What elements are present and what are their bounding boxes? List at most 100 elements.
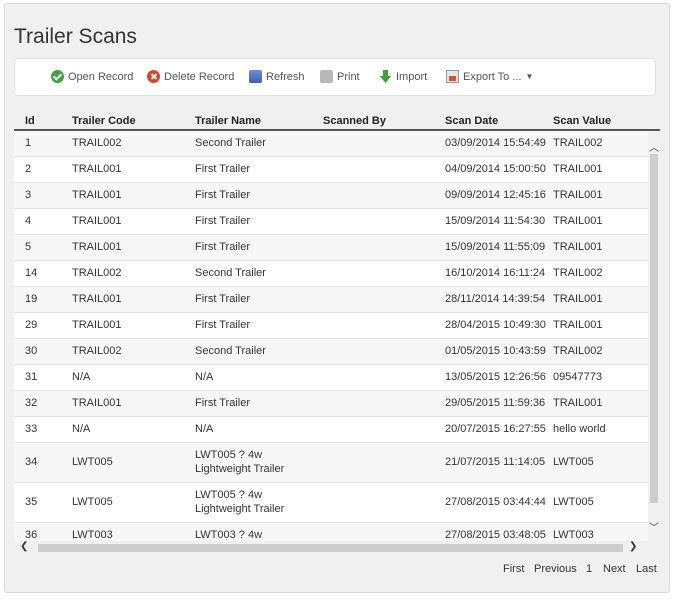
trailer-name-cell: First Trailer	[195, 163, 250, 175]
column-header-scan-date[interactable]: Scan Date	[445, 115, 498, 127]
trailer-name-cell: First Trailer	[195, 397, 250, 409]
import-label: Import	[396, 70, 428, 83]
trailer-name-cell: LWT005 ? 4w	[195, 489, 263, 501]
column-header-id[interactable]: Id	[25, 115, 35, 127]
trailer-code-cell: N/A	[72, 371, 91, 383]
printer-icon	[320, 70, 333, 83]
id-cell: 14	[25, 267, 38, 279]
scan-date-cell: 03/09/2014 15:54:49	[445, 137, 546, 149]
table-row[interactable]: 5 TRAIL001 15/09/2014 11:55:09 TRAIL001 Firs…	[14, 235, 648, 261]
table-row[interactable]: 2 TRAIL001 04/09/2014 15:00:50 TRAIL001 Firs…	[14, 157, 648, 183]
scan-value-cell: TRAIL002	[553, 267, 603, 279]
scan-value-cell: LWT005	[553, 456, 594, 468]
id-cell: 5	[25, 241, 32, 253]
trailer-code-cell: LWT003	[72, 529, 113, 541]
scroll-up-icon[interactable]: ︿	[648, 139, 660, 154]
vertical-scrollbar[interactable]: ︿ ﹀	[648, 131, 660, 541]
pager-last[interactable]: Last	[636, 563, 657, 575]
trailer-name-cell: First Trailer	[195, 215, 250, 227]
trailer-name-cell: LWT005 ? 4w	[195, 449, 263, 461]
page-title: Trailer Scans	[14, 25, 137, 48]
open-record-button[interactable]: Open Record	[51, 70, 133, 83]
trailer-code-cell: N/A	[72, 423, 91, 435]
table-row[interactable]: 29 TRAIL001 28/04/2015 10:49:30 TRAIL001 Fir…	[14, 313, 648, 339]
horizontal-scroll-thumb[interactable]	[38, 544, 623, 552]
trailer-code-cell: LWT005	[72, 456, 113, 468]
export-to-dropdown[interactable]: Export To ... ▼	[446, 70, 533, 83]
scan-date-cell: 28/11/2014 14:39:54	[445, 293, 546, 305]
print-label: Print	[337, 70, 360, 83]
table-row[interactable]: 35 LWT005 27/08/2015 03:44:44 LWT005 LWT005 …	[14, 483, 648, 523]
scan-value-cell: TRAIL002	[553, 345, 603, 357]
pager-previous[interactable]: Previous	[534, 563, 577, 575]
table-row[interactable]: 30 TRAIL002 01/05/2015 10:43:59 TRAIL002 Sec…	[14, 339, 648, 365]
column-header-trailer-name[interactable]: Trailer Name	[195, 115, 261, 127]
id-cell: 4	[25, 215, 32, 227]
scan-value-cell: TRAIL001	[553, 397, 603, 409]
toolbar: Open Record Delete Record Refresh Print …	[14, 58, 656, 96]
vertical-scroll-thumb[interactable]	[650, 154, 658, 503]
table-row[interactable]: 36 LWT003 27/08/2015 03:48:05 LWT003 LWT003 …	[14, 523, 648, 541]
column-header-scanned-by[interactable]: Scanned By	[323, 115, 386, 127]
table-row[interactable]: 4 TRAIL001 15/09/2014 11:54:30 TRAIL001 Firs…	[14, 209, 648, 235]
column-header-trailer-code[interactable]: Trailer Code	[72, 115, 136, 127]
scan-date-cell: 29/05/2015 11:59:36	[445, 397, 546, 409]
scan-date-cell: 20/07/2015 16:27:55	[445, 423, 546, 435]
trailer-code-cell: TRAIL001	[72, 319, 122, 331]
id-cell: 19	[25, 293, 38, 305]
id-cell: 31	[25, 371, 38, 383]
scan-value-cell: TRAIL001	[553, 319, 603, 331]
scan-date-cell: 09/09/2014 12:45:16	[445, 189, 546, 201]
table-row[interactable]: 31 N/A 13/05/2015 12:26:56 09547773 N/A	[14, 365, 648, 391]
trailer-code-cell: TRAIL002	[72, 345, 122, 357]
caret-down-icon: ▼	[525, 72, 534, 81]
table-row[interactable]: 32 TRAIL001 29/05/2015 11:59:36 TRAIL001 Fir…	[14, 391, 648, 417]
table-row[interactable]: 1 TRAIL002 03/09/2014 15:54:49 TRAIL002 Seco…	[14, 131, 648, 157]
import-arrow-icon	[379, 70, 392, 83]
trailer-code-cell: TRAIL001	[72, 241, 122, 253]
export-label: Export To ...	[463, 70, 522, 83]
trailer-code-cell: TRAIL001	[72, 397, 122, 409]
scan-value-cell: LWT003	[553, 529, 594, 541]
scroll-right-icon[interactable]: ❯	[629, 541, 637, 552]
trailer-name-cell: First Trailer	[195, 241, 250, 253]
pager-next[interactable]: Next	[603, 563, 626, 575]
trailer-name-cell-line2: Lightweight Trailer	[195, 503, 285, 515]
trailer-name-cell: Second Trailer	[195, 267, 266, 279]
table-row[interactable]: 34 LWT005 21/07/2015 11:14:05 LWT005 LWT005 …	[14, 443, 648, 483]
trailer-code-cell: LWT005	[72, 496, 113, 508]
trailer-name-cell: Second Trailer	[195, 137, 266, 149]
scan-value-cell: TRAIL002	[553, 137, 603, 149]
pager-first[interactable]: First	[503, 563, 524, 575]
trailer-name-cell: N/A	[195, 371, 214, 383]
id-cell: 33	[25, 423, 38, 435]
id-cell: 2	[25, 163, 32, 175]
pager-page-number[interactable]: 1	[586, 563, 592, 575]
id-cell: 30	[25, 345, 38, 357]
table-row[interactable]: 19 TRAIL001 28/11/2014 14:39:54 TRAIL001 Fir…	[14, 287, 648, 313]
table-row[interactable]: 3 TRAIL001 09/09/2014 12:45:16 TRAIL001 Firs…	[14, 183, 648, 209]
import-button[interactable]: Import	[379, 70, 427, 83]
scan-value-cell: TRAIL001	[553, 189, 603, 201]
refresh-icon	[249, 70, 262, 83]
scan-date-cell: 27/08/2015 03:44:44	[445, 496, 546, 508]
column-header-scan-value[interactable]: Scan Value	[553, 115, 611, 127]
trailer-name-cell: First Trailer	[195, 319, 250, 331]
delete-record-button[interactable]: Delete Record	[147, 70, 234, 83]
trailer-code-cell: TRAIL001	[72, 293, 122, 305]
scan-date-cell: 15/09/2014 11:54:30	[445, 215, 546, 227]
refresh-button[interactable]: Refresh	[249, 70, 305, 83]
delete-record-label: Delete Record	[164, 70, 235, 83]
id-cell: 32	[25, 397, 38, 409]
scroll-left-icon[interactable]: ❮	[20, 541, 28, 552]
trailer-code-cell: TRAIL001	[72, 189, 122, 201]
horizontal-scrollbar[interactable]: ❮ ❯	[14, 541, 648, 555]
scan-date-cell: 27/08/2015 03:48:05	[445, 529, 546, 541]
id-cell: 29	[25, 319, 38, 331]
print-button[interactable]: Print	[320, 70, 360, 83]
table-header: Id Trailer Code Trailer Name Scanned By …	[14, 109, 660, 131]
scan-date-cell: 16/10/2014 16:11:24	[445, 267, 546, 279]
table-row[interactable]: 33 N/A 20/07/2015 16:27:55 hello world N/A	[14, 417, 648, 443]
scroll-down-icon[interactable]: ﹀	[648, 519, 660, 534]
table-row[interactable]: 14 TRAIL002 16/10/2014 16:11:24 TRAIL002 Sec…	[14, 261, 648, 287]
